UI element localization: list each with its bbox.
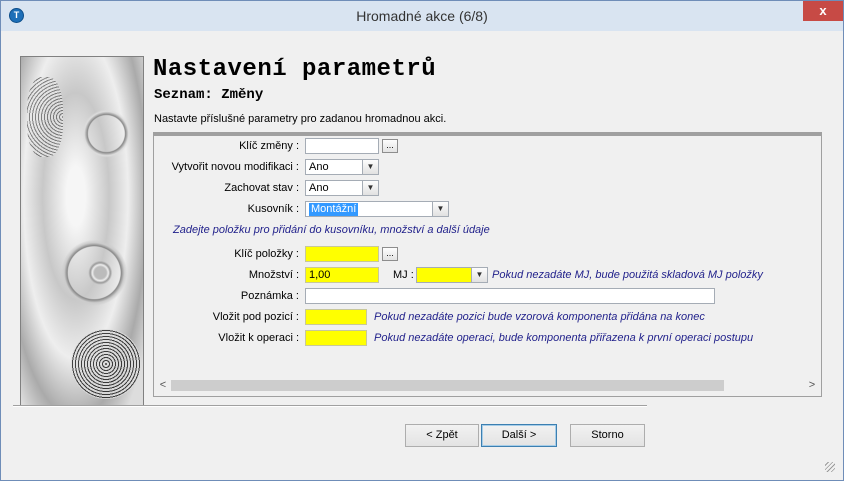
section-hint: Zadejte položku pro přidání do kusovníku… — [173, 224, 490, 236]
chevron-down-icon[interactable]: ▼ — [471, 268, 487, 282]
klic-zmeny-browse-button[interactable]: ... — [382, 139, 398, 153]
vlozit-k-operaci-label: Vložit k operaci : — [218, 332, 299, 344]
zachovat-stav-value: Ano — [309, 182, 329, 194]
resize-grip-icon[interactable] — [825, 462, 835, 472]
wizard-window: T Hromadné akce (6/8) x Nastavení parame… — [0, 0, 844, 481]
zachovat-stav-select[interactable]: Ano ▼ — [305, 180, 379, 196]
klic-zmeny-label: Klíč změny : — [239, 140, 299, 152]
vytvorit-modifikaci-value: Ano — [309, 161, 329, 173]
vlozit-pod-pozici-label: Vložit pod pozicí : — [212, 311, 299, 323]
poznamka-label: Poznámka : — [240, 290, 299, 302]
mj-select[interactable]: ▼ — [416, 267, 488, 283]
vlozit-pod-pozici-hint: Pokud nezadáte pozici bude vzorová kompo… — [374, 311, 705, 323]
page-description: Nastavte příslušné parametry pro zadanou… — [154, 113, 447, 125]
horizontal-scrollbar[interactable]: < > — [155, 378, 820, 393]
panel-top-border — [154, 133, 821, 136]
scroll-left-icon[interactable]: < — [155, 378, 171, 393]
klic-polozky-label: Klíč položky : — [234, 248, 299, 260]
kusovnik-value: Montážní — [309, 203, 359, 216]
kusovnik-select[interactable]: Montážní ▼ — [305, 201, 449, 217]
vytvorit-modifikaci-label: Vytvořit novou modifikaci : — [171, 161, 299, 173]
title-bar[interactable]: T Hromadné akce (6/8) x — [1, 1, 843, 31]
cancel-button[interactable]: Storno — [570, 424, 645, 447]
gear-top-icon — [27, 77, 63, 157]
mnozstvi-label: Množství : — [248, 269, 299, 281]
parameters-panel: Klíč změny : ... Vytvořit novou modifika… — [153, 132, 822, 397]
client-area: Nastavení parametrů Seznam: Změny Nastav… — [9, 31, 837, 474]
scroll-right-icon[interactable]: > — [804, 378, 820, 393]
gear-bottom-icon — [71, 329, 141, 399]
back-button[interactable]: < Zpět — [405, 424, 479, 447]
chevron-down-icon[interactable]: ▼ — [362, 160, 378, 174]
vlozit-pod-pozici-input[interactable] — [305, 309, 367, 325]
mj-hint: Pokud nezadáte MJ, bude použitá skladová… — [492, 269, 763, 281]
chevron-down-icon[interactable]: ▼ — [432, 202, 448, 216]
klic-zmeny-input[interactable] — [305, 138, 379, 154]
vlozit-k-operaci-hint: Pokud nezadáte operaci, bude komponenta … — [374, 332, 754, 344]
page-subtitle: Seznam: Změny — [154, 87, 264, 103]
page-title: Nastavení parametrů — [153, 56, 437, 83]
mnozstvi-input[interactable]: 1,00 — [305, 267, 379, 283]
kusovnik-label: Kusovník : — [247, 203, 299, 215]
poznamka-input[interactable] — [305, 288, 715, 304]
chevron-down-icon[interactable]: ▼ — [362, 181, 378, 195]
next-button[interactable]: Další > — [481, 424, 557, 447]
klic-polozky-input[interactable] — [305, 246, 379, 262]
klic-polozky-browse-button[interactable]: ... — [382, 247, 398, 261]
scrollbar-thumb[interactable] — [171, 380, 724, 391]
vytvorit-modifikaci-select[interactable]: Ano ▼ — [305, 159, 379, 175]
mj-label: MJ : — [393, 269, 414, 281]
footer-divider — [13, 405, 647, 407]
zachovat-stav-label: Zachovat stav : — [224, 182, 299, 194]
close-button[interactable]: x — [803, 1, 843, 21]
vlozit-k-operaci-input[interactable] — [305, 330, 367, 346]
gears-illustration — [20, 56, 144, 406]
window-title: Hromadné akce (6/8) — [356, 8, 488, 24]
